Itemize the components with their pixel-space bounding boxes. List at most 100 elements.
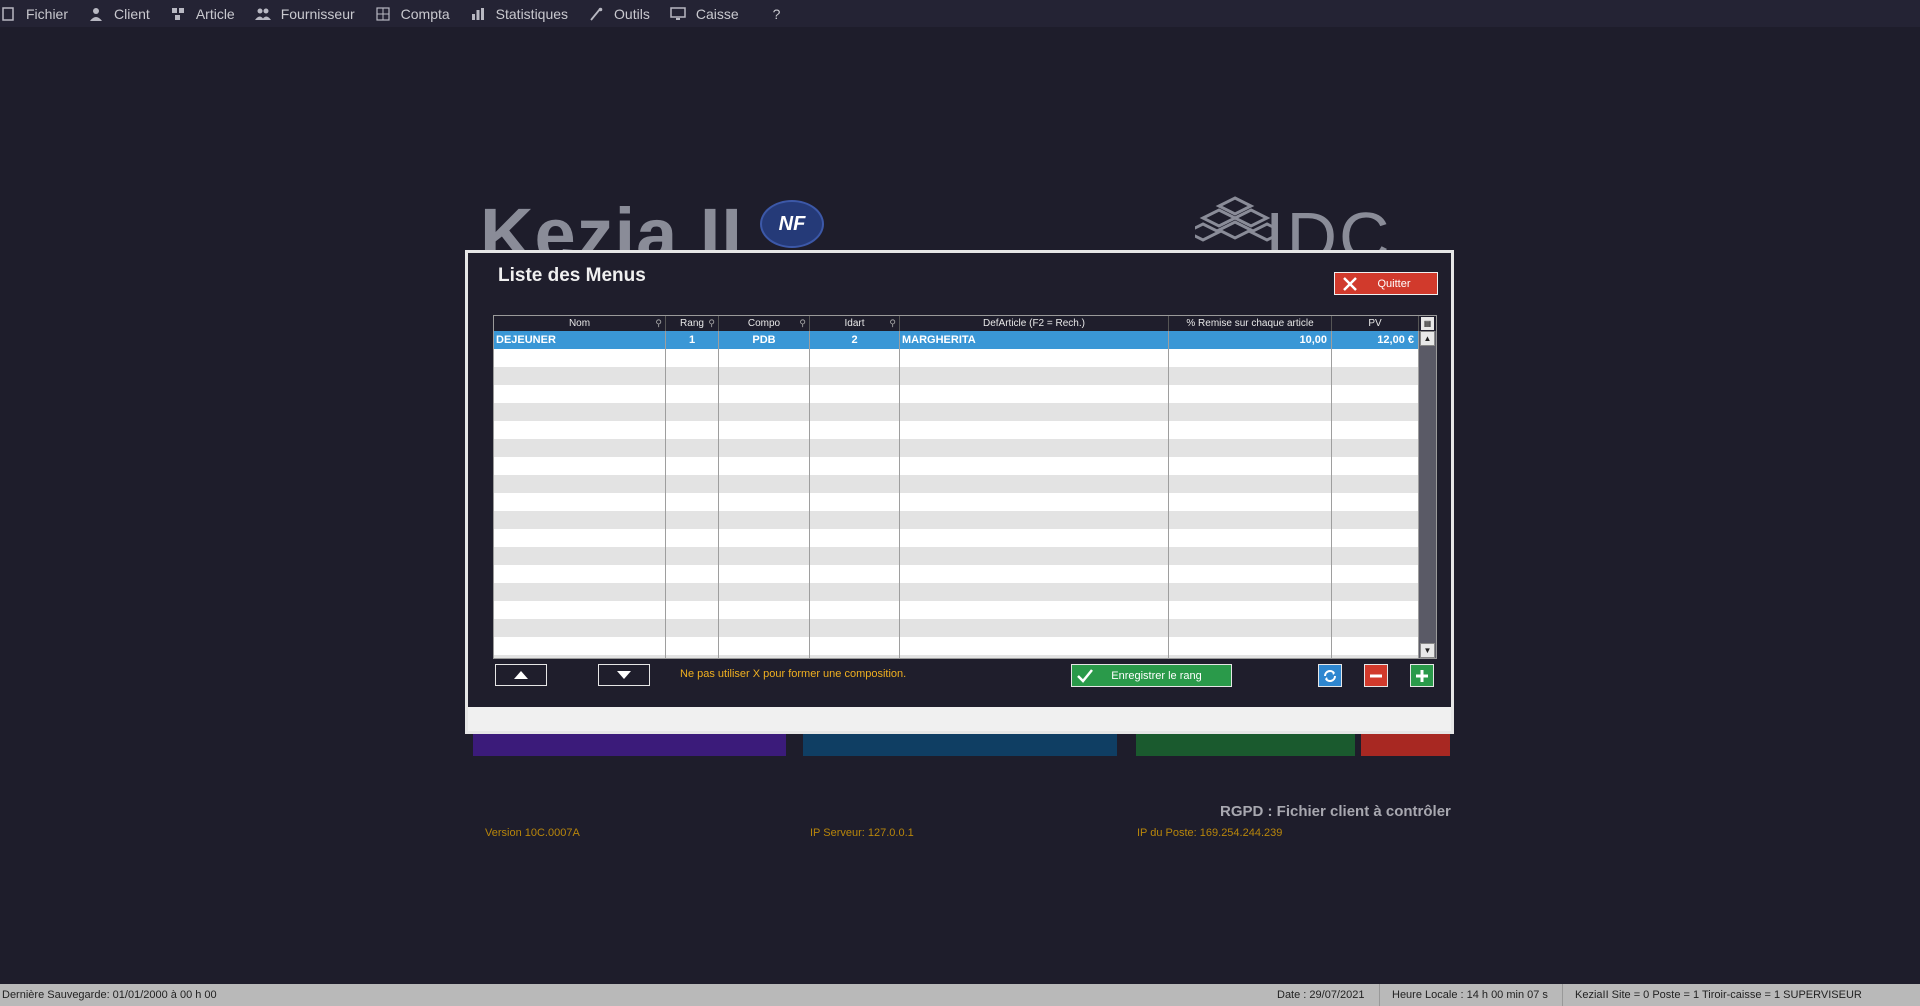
cell-nom[interactable]: DEJEUNER bbox=[494, 331, 666, 349]
table-cell[interactable] bbox=[810, 457, 900, 475]
table-cell[interactable] bbox=[719, 493, 810, 511]
table-row[interactable] bbox=[494, 439, 1419, 457]
table-cell[interactable] bbox=[719, 547, 810, 565]
table-cell[interactable] bbox=[494, 619, 666, 637]
column-header-pv[interactable]: PV bbox=[1332, 316, 1419, 331]
table-cell[interactable] bbox=[494, 421, 666, 439]
table-row[interactable] bbox=[494, 511, 1419, 529]
table-cell[interactable] bbox=[1169, 349, 1332, 367]
table-cell[interactable] bbox=[900, 439, 1169, 457]
table-cell[interactable] bbox=[900, 385, 1169, 403]
table-cell[interactable] bbox=[810, 583, 900, 601]
menu-fichier[interactable]: Fichier bbox=[0, 0, 88, 27]
menu-statistiques[interactable]: Statistiques bbox=[470, 0, 588, 27]
column-header-compo[interactable]: Compo ⚲ bbox=[719, 316, 810, 331]
menu-compta[interactable]: Compta bbox=[375, 0, 470, 27]
table-cell[interactable] bbox=[719, 619, 810, 637]
table-cell[interactable] bbox=[900, 457, 1169, 475]
table-cell[interactable] bbox=[900, 511, 1169, 529]
table-cell[interactable] bbox=[494, 439, 666, 457]
table-cell[interactable] bbox=[1332, 385, 1419, 403]
table-row[interactable] bbox=[494, 637, 1419, 655]
table-cell[interactable] bbox=[1169, 583, 1332, 601]
search-icon[interactable]: ⚲ bbox=[799, 316, 806, 331]
table-cell[interactable] bbox=[1169, 565, 1332, 583]
table-cell[interactable] bbox=[719, 439, 810, 457]
table-cell[interactable] bbox=[1169, 601, 1332, 619]
table-cell[interactable] bbox=[810, 403, 900, 421]
table-cell[interactable] bbox=[719, 475, 810, 493]
table-cell[interactable] bbox=[900, 547, 1169, 565]
menu-help[interactable]: ? bbox=[773, 0, 801, 27]
column-header-defarticle[interactable]: DefArticle (F2 = Rech.) bbox=[900, 316, 1169, 331]
table-cell[interactable] bbox=[666, 511, 719, 529]
table-row[interactable] bbox=[494, 457, 1419, 475]
table-cell[interactable] bbox=[1332, 547, 1419, 565]
table-cell[interactable] bbox=[666, 439, 719, 457]
table-cell[interactable] bbox=[719, 385, 810, 403]
table-cell[interactable] bbox=[719, 367, 810, 385]
delete-button[interactable] bbox=[1364, 664, 1388, 687]
table-cell[interactable] bbox=[719, 637, 810, 655]
table-cell[interactable] bbox=[666, 547, 719, 565]
table-cell[interactable] bbox=[1332, 565, 1419, 583]
table-cell[interactable] bbox=[1169, 637, 1332, 655]
table-cell[interactable] bbox=[1332, 637, 1419, 655]
table-cell[interactable] bbox=[900, 349, 1169, 367]
table-row[interactable] bbox=[494, 655, 1419, 658]
table-cell[interactable] bbox=[900, 655, 1169, 658]
table-cell[interactable] bbox=[900, 421, 1169, 439]
table-cell[interactable] bbox=[494, 601, 666, 619]
table-cell[interactable] bbox=[1332, 511, 1419, 529]
table-cell[interactable] bbox=[1332, 655, 1419, 658]
table-cell[interactable] bbox=[810, 439, 900, 457]
table-settings-icon[interactable]: ▦ bbox=[1421, 317, 1434, 330]
table-cell[interactable] bbox=[666, 457, 719, 475]
table-row[interactable] bbox=[494, 421, 1419, 439]
table-row[interactable] bbox=[494, 385, 1419, 403]
cell-defarticle[interactable]: MARGHERITA bbox=[900, 331, 1169, 349]
add-button[interactable] bbox=[1410, 664, 1434, 687]
table-cell[interactable] bbox=[1169, 493, 1332, 511]
table-cell[interactable] bbox=[666, 583, 719, 601]
table-cell[interactable] bbox=[1169, 619, 1332, 637]
table-cell[interactable] bbox=[900, 529, 1169, 547]
table-cell[interactable] bbox=[666, 655, 719, 658]
table-cell[interactable] bbox=[900, 565, 1169, 583]
table-cell[interactable] bbox=[1332, 529, 1419, 547]
table-row[interactable] bbox=[494, 403, 1419, 421]
table-row[interactable] bbox=[494, 475, 1419, 493]
table-row[interactable] bbox=[494, 367, 1419, 385]
table-cell[interactable] bbox=[1169, 403, 1332, 421]
table-cell[interactable] bbox=[666, 565, 719, 583]
table-cell[interactable] bbox=[494, 565, 666, 583]
table-cell[interactable] bbox=[666, 529, 719, 547]
table-cell[interactable] bbox=[1169, 367, 1332, 385]
menu-caisse[interactable]: Caisse bbox=[670, 0, 759, 27]
table-cell[interactable] bbox=[666, 367, 719, 385]
table-cell[interactable] bbox=[1332, 367, 1419, 385]
table-cell[interactable] bbox=[1332, 421, 1419, 439]
menu-client[interactable]: Client bbox=[88, 0, 170, 27]
scroll-down-icon[interactable]: ▼ bbox=[1420, 643, 1435, 658]
table-cell[interactable] bbox=[719, 565, 810, 583]
cell-remise[interactable]: 10,00 bbox=[1169, 331, 1332, 349]
table-cell[interactable] bbox=[900, 619, 1169, 637]
table-cell[interactable] bbox=[494, 493, 666, 511]
table-cell[interactable] bbox=[666, 349, 719, 367]
column-header-nom[interactable]: Nom ⚲ bbox=[494, 316, 666, 331]
table-cell[interactable] bbox=[719, 403, 810, 421]
table-row[interactable] bbox=[494, 601, 1419, 619]
scroll-up-icon[interactable]: ▲ bbox=[1420, 331, 1435, 346]
move-up-button[interactable] bbox=[495, 664, 547, 686]
table-cell[interactable] bbox=[810, 493, 900, 511]
column-header-rang[interactable]: Rang ⚲ bbox=[666, 316, 719, 331]
table-cell[interactable] bbox=[494, 385, 666, 403]
table-cell[interactable] bbox=[494, 367, 666, 385]
table-cell[interactable] bbox=[810, 601, 900, 619]
table-cell[interactable] bbox=[719, 529, 810, 547]
table-cell[interactable] bbox=[810, 529, 900, 547]
table-cell[interactable] bbox=[900, 493, 1169, 511]
column-header-idart[interactable]: Idart ⚲ bbox=[810, 316, 900, 331]
table-cell[interactable] bbox=[666, 493, 719, 511]
